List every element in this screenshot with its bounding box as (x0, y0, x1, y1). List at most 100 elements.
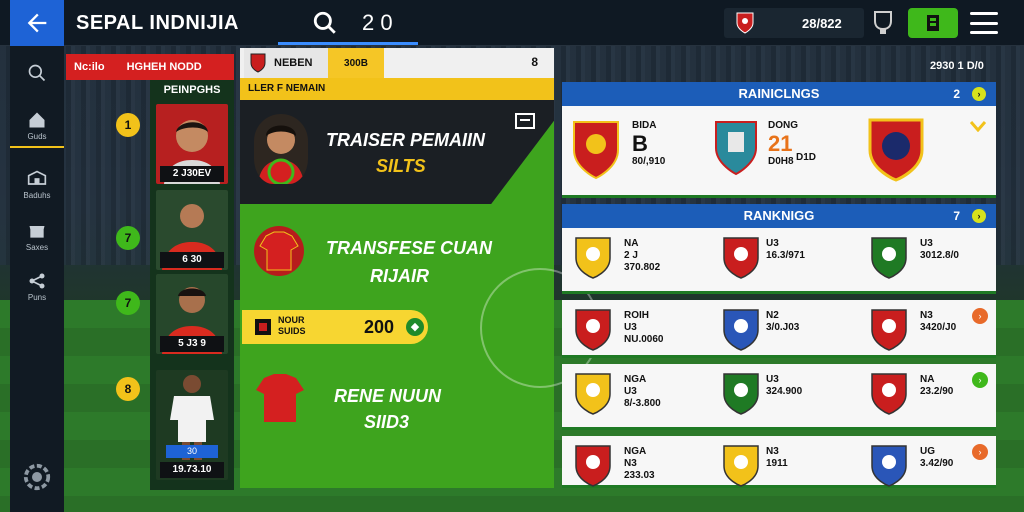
team-crest-icon (715, 121, 757, 176)
tab-300b[interactable]: 300B (328, 48, 384, 78)
ranking-row[interactable]: NGA U3 8/-3.800 U3 324.900 NA 23.2/90 › (562, 364, 996, 430)
team-score: 21 (768, 131, 793, 156)
team-crest-icon (723, 445, 759, 487)
info-icon[interactable]: › (972, 87, 986, 101)
team-crest-icon (723, 237, 759, 279)
team-stats: NGA U3 8/-3.800 (624, 374, 661, 410)
shop-icon (29, 225, 45, 238)
feature-title: TRAISER PEMAIIN (326, 130, 486, 150)
kit-avatar (254, 370, 306, 426)
team-crest-icon (575, 373, 611, 415)
team-stat-line: 3012.8/0 (920, 250, 959, 261)
coin-amount: 28/822 (802, 16, 842, 31)
ranking-row[interactable]: NGA N3 233.03 N3 1911 UG 3.42/90 › (562, 436, 996, 488)
player-tag: 30 (166, 445, 218, 458)
feature-subtitle: RIJAIR (370, 266, 430, 286)
rankings-header: RANKNIGG 7 › (562, 204, 996, 228)
team-stat-line: NA (624, 238, 639, 249)
settings-gear-icon[interactable] (22, 462, 52, 492)
date-label: 2930 1 D/0 (930, 60, 984, 72)
team-info: DONG 21 D0H8 (768, 120, 798, 168)
ranking-row[interactable]: ROIH U3 NU.0060 N2 3/0.J03 N3 3420/J0 › (562, 300, 996, 358)
rank-badge: 1 (116, 113, 140, 137)
team-stats: NGA N3 233.03 (624, 446, 655, 482)
sidebar-item-label: Baduhs (23, 190, 51, 200)
team-stat-line: NGA (624, 374, 647, 385)
sidebar-item-baduhs[interactable]: Baduhs (10, 162, 64, 206)
sidebar-item-label: Guds (27, 131, 47, 141)
team-stat-line: 16.3/971 (766, 250, 805, 261)
feature-title[interactable]: RENE NUUN (334, 386, 441, 407)
inbox-button[interactable] (908, 8, 958, 38)
menu-line (970, 31, 998, 34)
team-stat-line: ROIH (624, 310, 649, 321)
team-stat-line: 233.03 (624, 470, 655, 481)
team-stats: U3 324.900 (766, 374, 802, 398)
team-stats: N3 3420/J0 (920, 310, 956, 334)
card-pack-icon (255, 319, 271, 335)
team-stat-line: NGA (624, 446, 647, 457)
message-icon[interactable] (514, 112, 536, 132)
player-label: 6 30 (160, 252, 224, 268)
page-title: SEPAL INDNIJIA (76, 12, 239, 34)
search-icon (28, 64, 46, 82)
rank-badge: 8 (116, 377, 140, 401)
tab-label: NEBEN (274, 57, 313, 69)
team-crest-icon (723, 309, 759, 351)
coin-offer-banner[interactable]: NOUR SUIDS 200 ◆ (242, 310, 428, 344)
feature-subtitle: SILTS (376, 156, 426, 176)
search-icon[interactable] (312, 10, 338, 36)
score-count: 2 0 (362, 10, 393, 35)
rankings-top-row[interactable]: BIDA B 80/,910 DONG 21 D0H8 D1D (562, 106, 996, 198)
team-stat-line: U3 (624, 386, 637, 397)
team-info: BIDA B 80/,910 (632, 120, 665, 168)
tab-neben[interactable]: NEBEN (244, 48, 328, 78)
row-action-icon[interactable]: › (972, 372, 988, 388)
team-stat-line: 2 J (624, 250, 638, 261)
player-card[interactable]: 5 J3 9 (156, 274, 228, 354)
hamburger-menu-button[interactable] (970, 12, 998, 34)
team-stat-line: U3 (624, 322, 637, 333)
player-label: 19.73.10 (160, 462, 224, 478)
club-chip[interactable]: 28/822 (724, 8, 864, 38)
network-icon (29, 273, 45, 288)
sidebar-item-search[interactable] (10, 52, 64, 96)
squad-list: PEINPGHS 2 J30EV 6 30 5 J3 9 30 19.73.10 (150, 80, 234, 490)
team-stat-line: 3/0.J03 (766, 322, 800, 333)
menu-line (970, 12, 998, 15)
tab-8[interactable]: 8 (531, 55, 538, 69)
squad-header-left: Nc:ilo (74, 61, 105, 73)
player-label: 2 J30EV (160, 166, 224, 182)
home-icon (29, 112, 45, 127)
player-card[interactable]: 6 30 (156, 190, 228, 270)
team-line: D0H8 (768, 156, 794, 167)
team-stat-line: N3 (920, 310, 933, 321)
sidebar-item-puns[interactable]: Puns (10, 264, 64, 308)
row-action-icon[interactable]: › (972, 444, 988, 460)
tab-label: 8 (531, 55, 538, 69)
ranking-row[interactable]: NA 2 J 370.802 U3 16.3/971 U3 3012.8/0 (562, 228, 996, 294)
coin-offer-value: 200 (364, 317, 395, 337)
team-stat-line: 8/-3.800 (624, 398, 661, 409)
sidebar-item-guds[interactable]: Guds (10, 104, 64, 148)
row-action-icon[interactable]: › (972, 308, 988, 324)
transfer-panel: NEBEN 300B 8 LLER F NEMAIN TRAISER PEMAI… (240, 48, 600, 488)
team-crest-icon (871, 445, 907, 487)
feature-title[interactable]: TRANSFESE CUAN (326, 238, 492, 259)
team-crest-icon (868, 118, 924, 182)
sidebar-item-saxes[interactable]: Saxes (10, 214, 64, 258)
player-card[interactable]: 2 J30EV (156, 104, 228, 184)
back-button[interactable] (10, 0, 64, 46)
team-stats: U3 16.3/971 (766, 238, 805, 262)
player-card[interactable]: 30 19.73.10 (156, 370, 228, 480)
trophy-icon[interactable] (872, 10, 894, 36)
jersey-icon (256, 374, 304, 422)
team-crest-icon (723, 373, 759, 415)
feature-card-trainer[interactable]: TRAISER PEMAIIN SILTS (240, 100, 554, 204)
rankings-top-num: 2 (953, 87, 960, 101)
info-icon[interactable]: › (972, 209, 986, 223)
team-crest-icon (575, 237, 611, 279)
rank-badge: 7 (116, 226, 140, 250)
chevron-icon[interactable] (970, 120, 986, 132)
trainer-avatar (254, 114, 308, 184)
